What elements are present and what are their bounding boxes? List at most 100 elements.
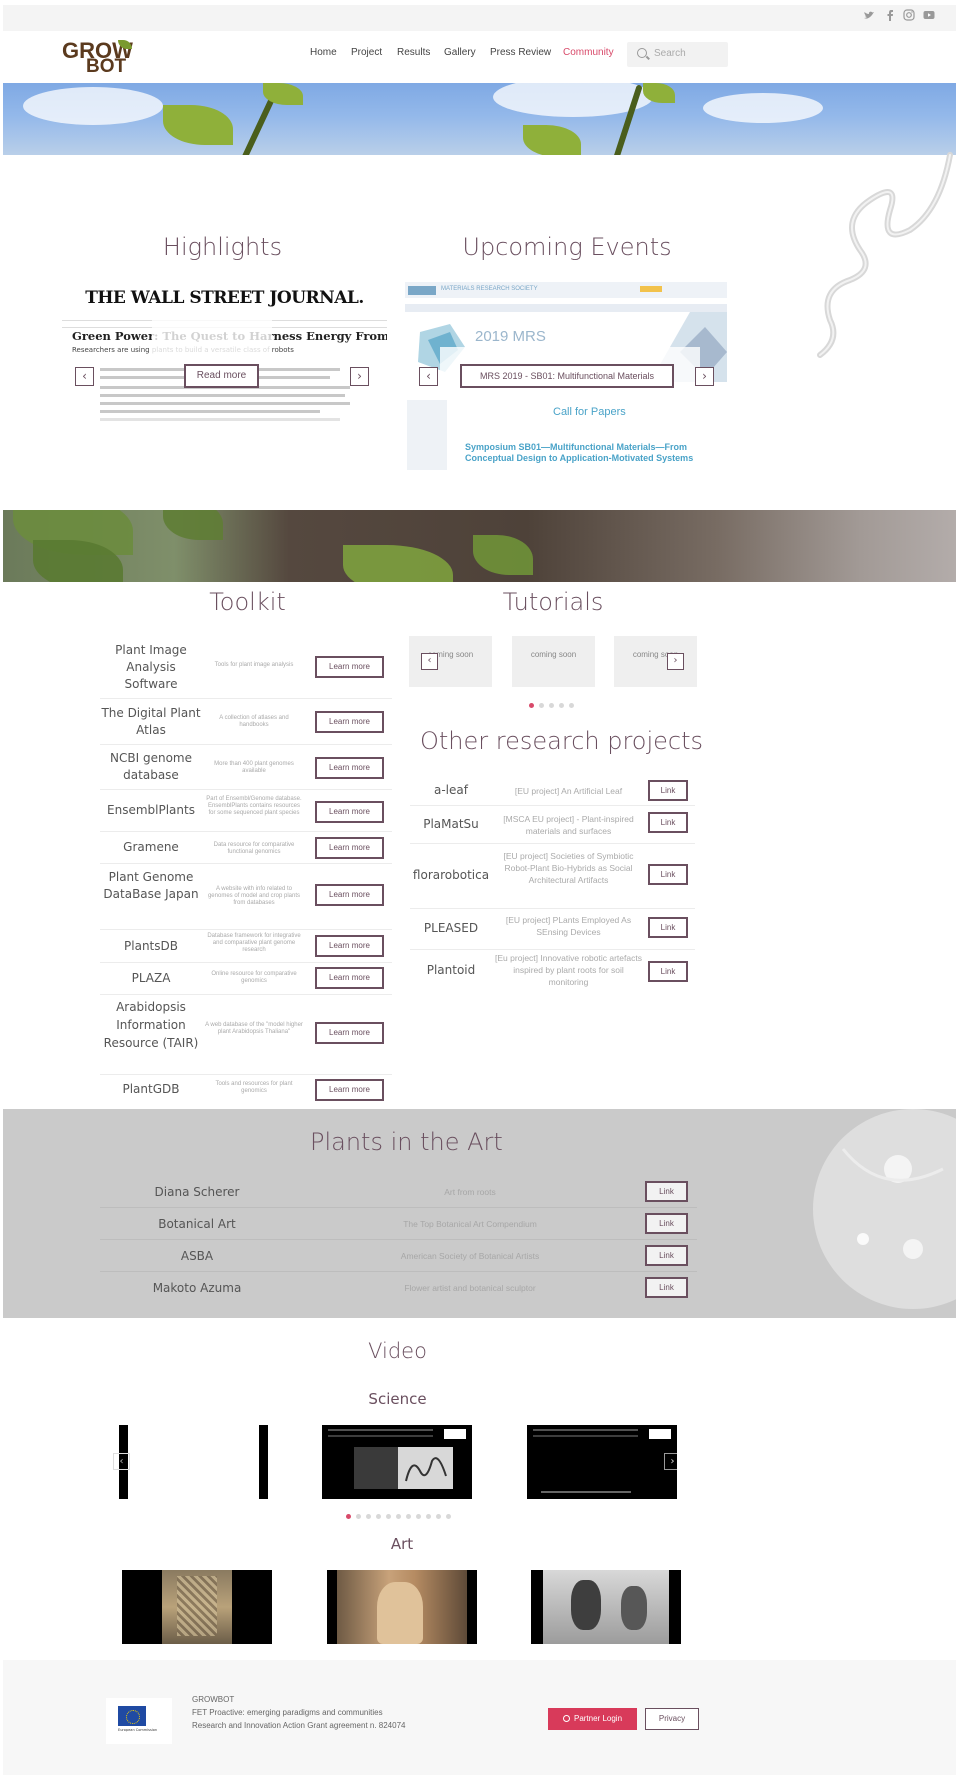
- art-row: Makoto Azuma Flower artist and botanical…: [100, 1272, 697, 1304]
- sky-banner: [3, 83, 956, 155]
- toolkit-row: EnsemblPlants Part of Ensembl/Genome dat…: [100, 790, 392, 832]
- highlights-read-more-button[interactable]: Read more: [184, 364, 259, 388]
- art-video-thumb[interactable]: [122, 1570, 272, 1644]
- toolkit-item-name: NCBI genome database: [110, 751, 192, 782]
- link-button[interactable]: Link: [648, 961, 688, 982]
- events-event-button[interactable]: MRS 2019 - SB01: Multifunctional Materia…: [460, 364, 674, 388]
- learn-more-button[interactable]: Learn more: [315, 884, 384, 906]
- carousel-dot[interactable]: [529, 703, 534, 708]
- learn-more-button[interactable]: Learn more: [315, 801, 384, 823]
- toolkit-item-name: PLAZA: [131, 971, 171, 985]
- science-video-thumb[interactable]: [259, 1425, 268, 1499]
- tutorial-card[interactable]: coming soon: [614, 636, 697, 687]
- science-prev-button[interactable]: ‹: [113, 1453, 130, 1470]
- science-video-thumb[interactable]: [322, 1425, 472, 1499]
- link-button[interactable]: Link: [648, 917, 688, 938]
- nav-project[interactable]: Project: [351, 47, 382, 58]
- learn-more-button[interactable]: Learn more: [315, 757, 384, 779]
- carousel-dot[interactable]: [346, 1514, 351, 1519]
- partner-login-button[interactable]: Partner Login: [548, 1708, 637, 1730]
- research-row: a-leaf [EU project] An Artificial Leaf L…: [410, 776, 695, 806]
- toolkit-item-desc: Database framework for integrative and c…: [207, 933, 301, 953]
- carousel-dot[interactable]: [549, 703, 554, 708]
- tutorials-title: Tutorials: [502, 588, 604, 616]
- carousel-dot[interactable]: [416, 1514, 421, 1519]
- youtube-icon[interactable]: [923, 9, 935, 21]
- art-item-desc: Art from roots: [444, 1187, 496, 1197]
- research-item-desc: [EU project] Societies of Symbiotic Robo…: [503, 851, 634, 885]
- nav-press-review[interactable]: Press Review: [490, 47, 551, 58]
- carousel-dot[interactable]: [539, 703, 544, 708]
- toolkit-item-desc: Tools for plant image analysis: [214, 662, 294, 668]
- art-video-thumb[interactable]: [327, 1570, 477, 1644]
- growbot-logo[interactable]: GROW BOT: [62, 36, 142, 78]
- toolkit-item-name: PlantsDB: [124, 939, 178, 953]
- research-row: Plantoid [Eu project] Innovative robotic…: [410, 950, 695, 993]
- toolkit-item-name: PlantGDB: [122, 1082, 180, 1096]
- highlights-prev-button[interactable]: ‹: [75, 367, 94, 386]
- highlights-title: Highlights: [162, 233, 283, 261]
- partner-login-label: Partner Login: [573, 1714, 623, 1723]
- nav-community[interactable]: Community: [563, 47, 614, 58]
- carousel-dot[interactable]: [569, 703, 574, 708]
- link-button[interactable]: Link: [648, 864, 688, 885]
- other-research-title: Other research projects: [420, 727, 704, 755]
- search-input[interactable]: Search: [627, 42, 728, 67]
- link-button[interactable]: Link: [645, 1277, 688, 1298]
- link-button[interactable]: Link: [648, 812, 688, 833]
- link-button[interactable]: Link: [645, 1181, 688, 1202]
- search-placeholder: Search: [654, 48, 686, 59]
- art-video-thumb[interactable]: [531, 1570, 681, 1644]
- tutorials-next-button[interactable]: ›: [667, 653, 684, 670]
- tutorials-prev-button[interactable]: ‹: [421, 653, 438, 670]
- instagram-icon[interactable]: [903, 9, 915, 21]
- research-row: PlaMatSu [MSCA EU project] - Plant-inspi…: [410, 806, 695, 844]
- learn-more-button[interactable]: Learn more: [315, 967, 384, 989]
- highlights-next-button[interactable]: ›: [350, 367, 369, 386]
- learn-more-button[interactable]: Learn more: [315, 935, 384, 957]
- science-next-button[interactable]: ›: [664, 1453, 681, 1470]
- link-button[interactable]: Link: [645, 1245, 688, 1266]
- carousel-dot[interactable]: [436, 1514, 441, 1519]
- tutorial-card[interactable]: coming soon: [512, 636, 595, 687]
- carousel-dot[interactable]: [376, 1514, 381, 1519]
- research-row: florarobotica [EU project] Societies of …: [410, 844, 695, 909]
- header: [3, 31, 956, 83]
- link-button[interactable]: Link: [648, 780, 688, 801]
- carousel-dot[interactable]: [386, 1514, 391, 1519]
- toolkit-row: NCBI genome database More than 400 plant…: [100, 745, 392, 790]
- carousel-dot[interactable]: [559, 703, 564, 708]
- learn-more-button[interactable]: Learn more: [315, 837, 384, 859]
- carousel-dot[interactable]: [366, 1514, 371, 1519]
- events-prev-button[interactable]: ‹: [419, 367, 438, 386]
- science-video-thumb[interactable]: [527, 1425, 677, 1499]
- twitter-icon[interactable]: [863, 9, 875, 21]
- top-bar: [3, 5, 956, 31]
- facebook-icon[interactable]: [884, 9, 896, 21]
- learn-more-button[interactable]: Learn more: [315, 1079, 384, 1101]
- research-item-desc: [Eu project] Innovative robotic artefact…: [495, 953, 642, 987]
- toolkit-row: PlantGDB Tools and resources for plant g…: [100, 1075, 392, 1105]
- toolkit-row: Plant Image Analysis Software Tools for …: [100, 634, 392, 699]
- nav-home[interactable]: Home: [310, 47, 337, 58]
- nav-gallery[interactable]: Gallery: [444, 47, 476, 58]
- privacy-button[interactable]: Privacy: [645, 1708, 699, 1730]
- toolkit-item-name: Arabidopsis Information Resource (TAIR): [103, 1000, 199, 1050]
- carousel-dot[interactable]: [426, 1514, 431, 1519]
- carousel-dot[interactable]: [406, 1514, 411, 1519]
- nav-results[interactable]: Results: [397, 47, 430, 58]
- learn-more-button[interactable]: Learn more: [315, 656, 384, 678]
- user-icon: [562, 1715, 570, 1722]
- carousel-dot[interactable]: [446, 1514, 451, 1519]
- events-next-button[interactable]: ›: [695, 367, 714, 386]
- learn-more-button[interactable]: Learn more: [315, 1022, 384, 1044]
- toolkit-item-desc: A web database of the "model higher plan…: [205, 1022, 303, 1035]
- research-item-desc: [EU project] An Artificial Leaf: [514, 786, 623, 796]
- research-row: PLEASED [EU project] PLants Employed As …: [410, 909, 695, 950]
- carousel-dot[interactable]: [396, 1514, 401, 1519]
- learn-more-button[interactable]: Learn more: [315, 711, 384, 733]
- carousel-dot[interactable]: [356, 1514, 361, 1519]
- video-title: Video: [368, 1339, 427, 1363]
- art-row: ASBA American Society of Botanical Artis…: [100, 1240, 697, 1272]
- link-button[interactable]: Link: [645, 1213, 688, 1234]
